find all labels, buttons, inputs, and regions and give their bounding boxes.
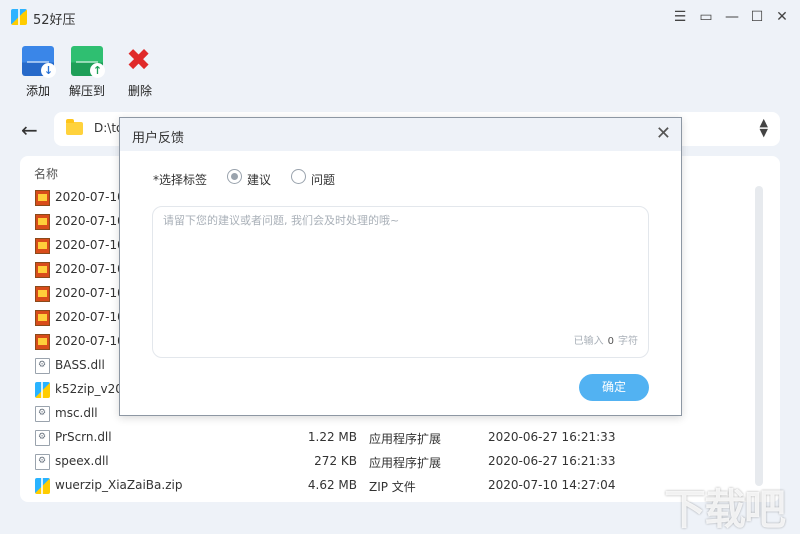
folder-icon bbox=[66, 119, 83, 135]
minimize-button[interactable]: — bbox=[723, 8, 741, 26]
file-name: k52zip_v20 bbox=[55, 382, 123, 396]
dll-file-icon bbox=[35, 358, 50, 374]
dialog-header: 用户反馈 ✕ bbox=[120, 118, 681, 151]
delete-label: 删除 bbox=[127, 84, 152, 98]
table-row[interactable]: wuerzip_XiaZaiBa.zip 4.62 MB ZIP 文件 2020-07… bbox=[20, 474, 760, 498]
file-type: 应用程序扩展 bbox=[369, 432, 442, 446]
textarea-placeholder: 请留下您的建议或者问题, 我们会及时处理的哦~ bbox=[163, 214, 400, 227]
file-name: 2020-07-10 bbox=[55, 190, 125, 204]
radio-suggestion-label[interactable]: 建议 bbox=[247, 171, 271, 188]
dll-file-icon bbox=[35, 406, 50, 422]
menu-icon[interactable]: ☰ bbox=[671, 8, 689, 26]
close-button[interactable]: ✕ bbox=[773, 8, 791, 26]
image-icon bbox=[35, 310, 50, 326]
extract-to-button[interactable]: ↑ 解压到 bbox=[69, 44, 105, 99]
file-name: 2020-07-10 bbox=[55, 262, 125, 276]
file-name: 2020-07-10 bbox=[55, 238, 125, 252]
zip-file-icon bbox=[35, 478, 50, 494]
image-icon bbox=[35, 190, 50, 206]
site-watermark: 下载吧 bbox=[664, 485, 786, 534]
radio-issue[interactable] bbox=[291, 169, 306, 184]
zip-file-icon bbox=[35, 382, 50, 398]
image-icon bbox=[35, 334, 50, 350]
file-name: 2020-07-10 bbox=[55, 310, 125, 324]
radio-suggestion[interactable] bbox=[227, 169, 242, 184]
add-button[interactable]: ↓ 添加 bbox=[21, 44, 56, 99]
delete-button[interactable]: ✖ 删除 bbox=[123, 44, 157, 99]
confirm-button[interactable]: 确定 bbox=[579, 374, 649, 401]
image-icon bbox=[35, 286, 50, 302]
maximize-button[interactable]: ☐ bbox=[748, 8, 766, 26]
column-header-name[interactable]: 名称 bbox=[34, 165, 58, 182]
file-name: 2020-07-10 bbox=[55, 286, 125, 300]
dialog-close-icon[interactable]: ✕ bbox=[656, 123, 671, 145]
table-row[interactable]: PrScrn.dll 1.22 MB 应用程序扩展 2020-06-27 16:21:… bbox=[20, 426, 760, 450]
character-counter: 已输入 0 字符 bbox=[573, 336, 638, 347]
file-name: wuerzip_XiaZaiBa.zip bbox=[55, 478, 183, 492]
file-type: ZIP 文件 bbox=[369, 480, 416, 494]
image-icon bbox=[35, 238, 50, 254]
add-label: 添加 bbox=[25, 84, 50, 98]
title-bar: 52好压 ☰ ▭ — ☐ ✕ bbox=[0, 0, 800, 34]
file-name: speex.dll bbox=[55, 454, 109, 468]
file-type: 应用程序扩展 bbox=[369, 456, 442, 470]
scrollbar[interactable] bbox=[755, 186, 763, 486]
file-name: msc.dll bbox=[55, 406, 98, 420]
delete-x-icon: ✖ bbox=[126, 43, 152, 78]
feedback-textarea[interactable]: 请留下您的建议或者问题, 我们会及时处理的哦~ 已输入 0 字符 bbox=[152, 206, 649, 358]
file-date: 2020-07-10 14:27:04 bbox=[488, 478, 616, 492]
file-name: 2020-07-10 bbox=[55, 214, 125, 228]
dll-file-icon bbox=[35, 454, 50, 470]
feedback-icon[interactable]: ▭ bbox=[697, 8, 715, 26]
app-title: 52好压 bbox=[33, 13, 76, 28]
add-archive-icon: ↓ bbox=[21, 44, 56, 78]
table-row[interactable]: speex.dll 272 KB 应用程序扩展 2020-06-27 16:21:33 bbox=[20, 450, 760, 474]
image-icon bbox=[35, 214, 50, 230]
file-name: BASS.dll bbox=[55, 358, 105, 372]
toolbar: ↓ 添加 ↑ 解压到 ✖ 删除 bbox=[0, 34, 800, 100]
dll-file-icon bbox=[35, 430, 50, 446]
extract-icon: ↑ bbox=[70, 44, 105, 78]
file-size: 4.62 MB bbox=[307, 478, 357, 492]
tag-label: *选择标签 bbox=[153, 173, 208, 187]
sort-arrows-icon[interactable]: ▲ ▼ bbox=[760, 117, 768, 138]
file-date: 2020-06-27 16:21:33 bbox=[488, 430, 616, 444]
radio-issue-label[interactable]: 问题 bbox=[311, 171, 335, 188]
file-name: PrScrn.dll bbox=[55, 430, 112, 444]
image-icon bbox=[35, 262, 50, 278]
dialog-title: 用户反馈 bbox=[132, 131, 185, 146]
back-arrow-icon[interactable]: ← bbox=[21, 118, 38, 142]
file-date: 2020-06-27 16:21:33 bbox=[488, 454, 616, 468]
file-size: 1.22 MB bbox=[307, 430, 357, 444]
file-size: 272 KB bbox=[314, 454, 357, 468]
extract-label: 解压到 bbox=[69, 84, 106, 98]
app-logo-icon bbox=[11, 9, 27, 25]
file-name: 2020-07-10 bbox=[55, 334, 125, 348]
feedback-dialog: 用户反馈 ✕ *选择标签 建议 问题 请留下您的建议或者问题, 我们会及时处理的… bbox=[119, 117, 682, 416]
